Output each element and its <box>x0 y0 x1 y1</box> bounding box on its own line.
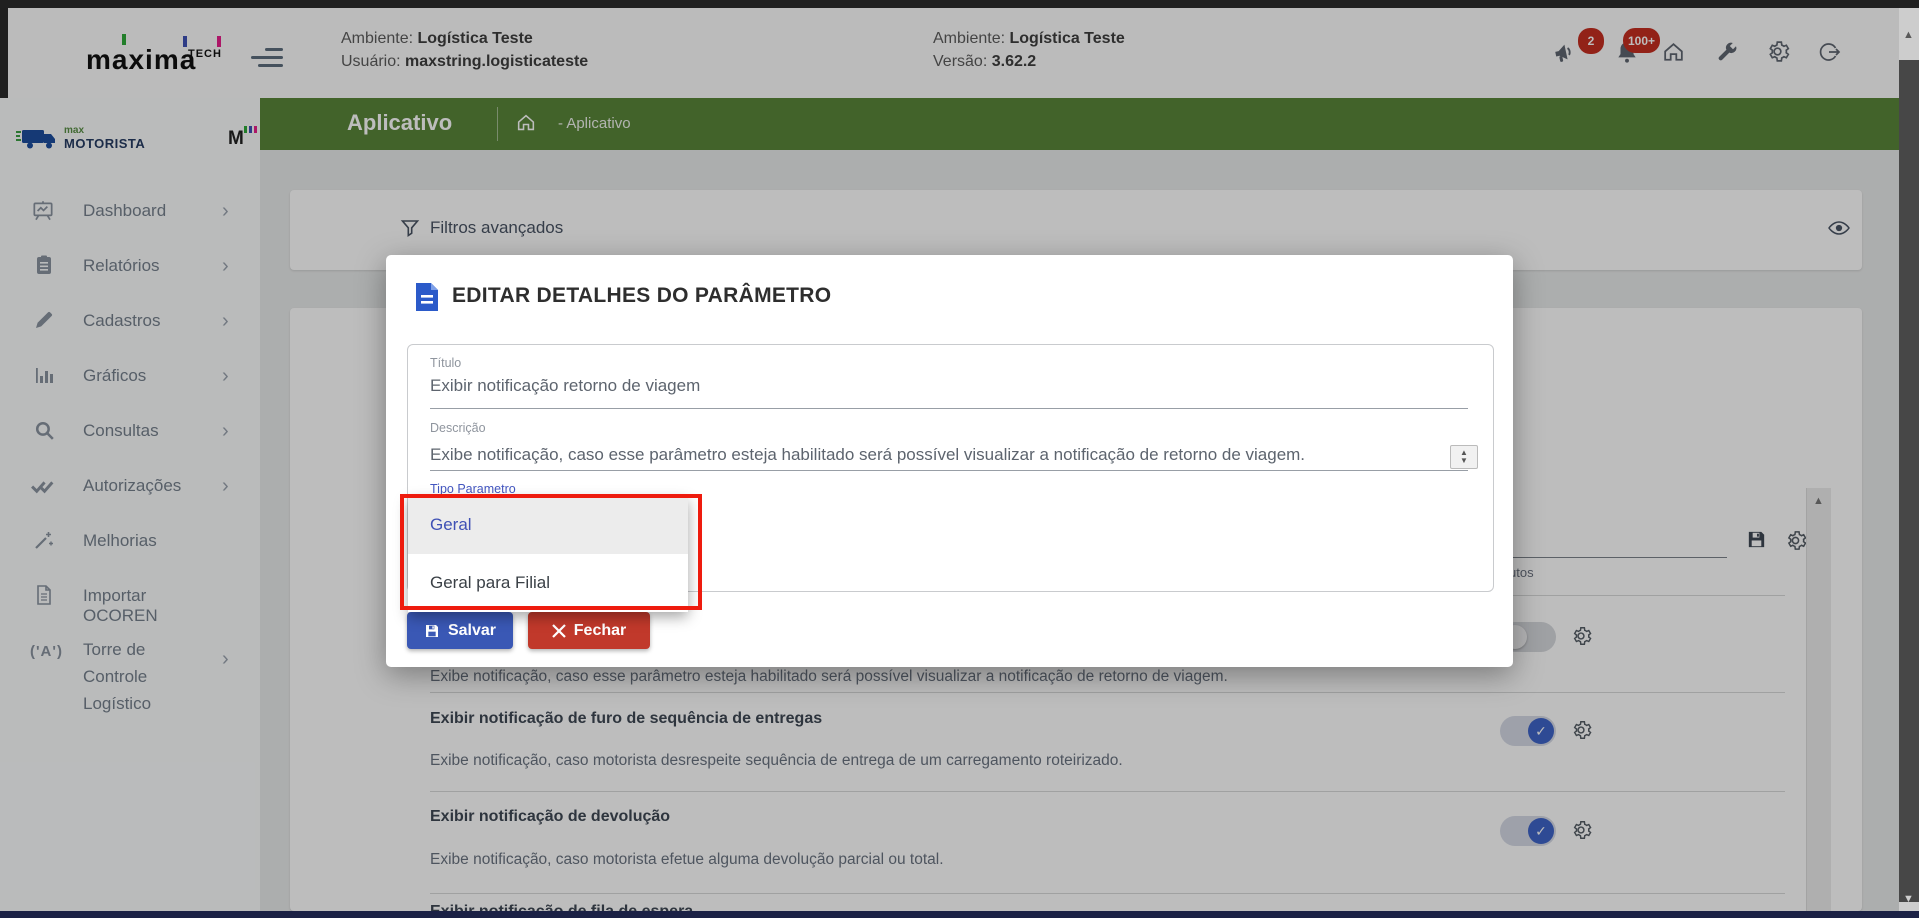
descricao-underline <box>430 470 1468 471</box>
save-button-label: Salvar <box>447 621 497 639</box>
app-root: maxima TECH Ambiente: Logística Teste Us… <box>0 0 1919 918</box>
titulo-label: Título <box>430 356 462 370</box>
descricao-input[interactable]: Exibe notificação, caso esse parâmetro e… <box>430 445 1305 465</box>
modal-title: EDITAR DETALHES DO PARÂMETRO <box>452 284 832 307</box>
scrollbar-down-icon[interactable]: ▼ <box>1903 894 1914 905</box>
titulo-underline <box>430 408 1468 409</box>
save-button[interactable]: Salvar <box>407 612 513 649</box>
stepper-control[interactable]: ▲ ▼ <box>1450 445 1478 469</box>
close-button-label: Fechar <box>573 621 627 639</box>
browser-scrollbar[interactable]: ▲ ▼ <box>1899 8 1919 911</box>
titulo-input[interactable]: Exibir notificação retorno de viagem <box>430 376 700 396</box>
window-bottom-edge <box>0 911 1919 918</box>
scrollbar-up-icon[interactable]: ▲ <box>1903 30 1914 41</box>
scrollbar-thumb[interactable] <box>1899 60 1919 902</box>
floppy-icon <box>425 624 438 637</box>
stepper-down-icon: ▼ <box>1460 456 1468 465</box>
document-blue-icon <box>414 281 440 313</box>
window-top-edge <box>0 0 1919 8</box>
close-x-icon <box>551 623 566 638</box>
descricao-label: Descrição <box>430 421 486 435</box>
close-button[interactable]: Fechar <box>528 612 650 649</box>
annotation-highlight-box <box>400 494 702 610</box>
